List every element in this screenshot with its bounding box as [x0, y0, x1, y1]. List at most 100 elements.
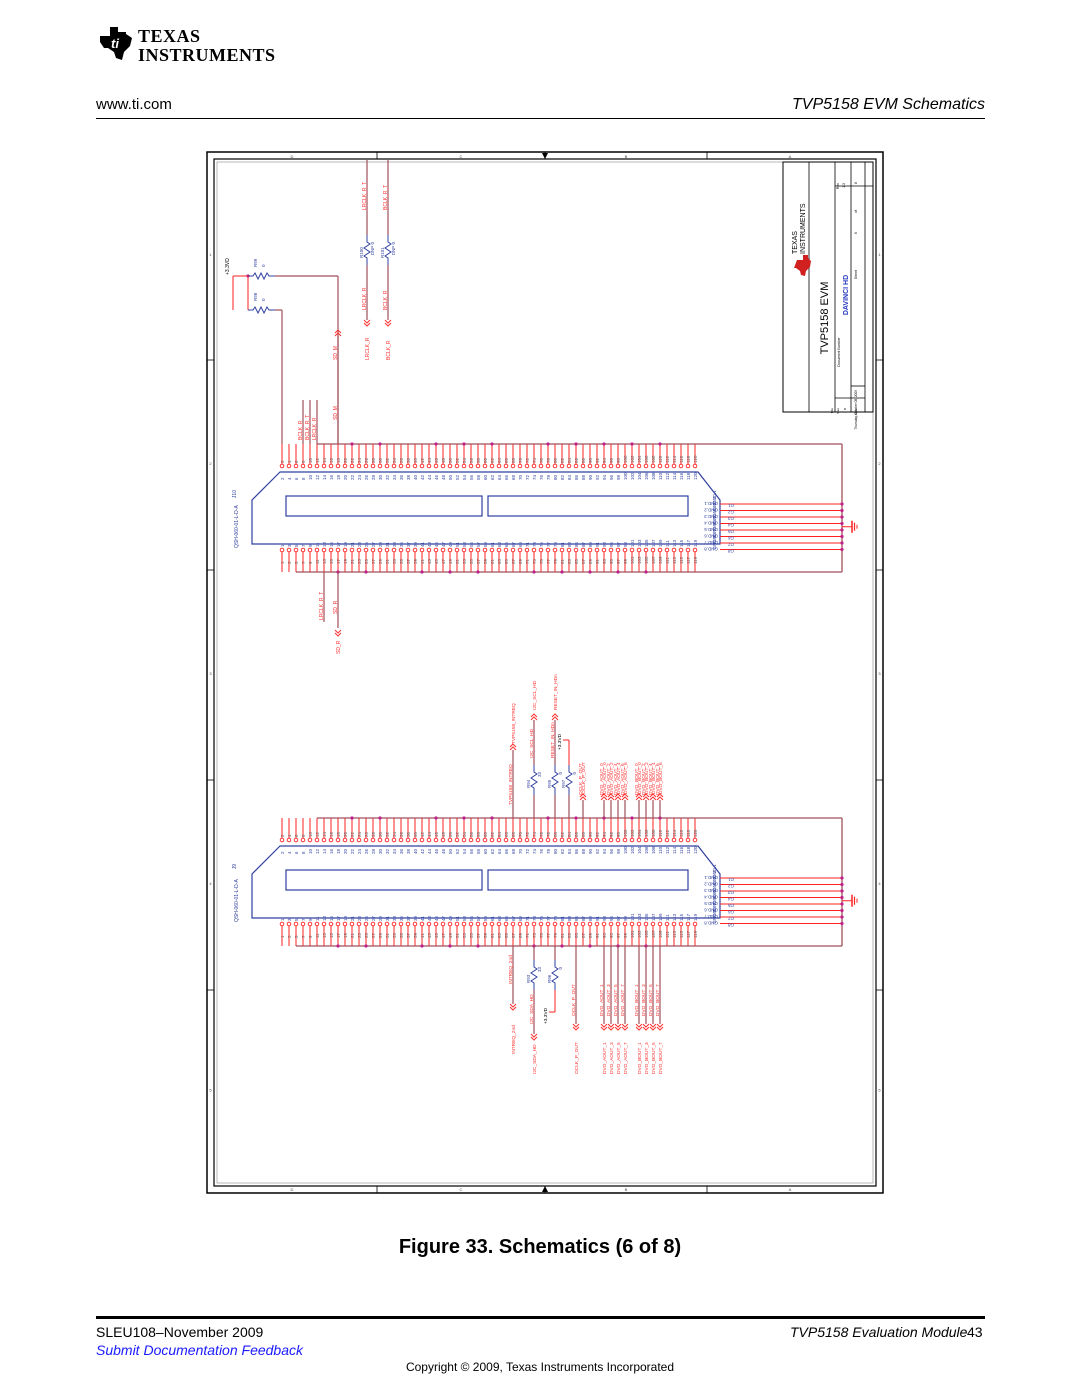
- pin-terminal: [391, 837, 397, 843]
- connector-body-window: [487, 869, 689, 891]
- pin-number-outer: 53: [462, 558, 467, 564]
- pin-terminal: [377, 463, 383, 469]
- pin-number-inner: 30: [378, 474, 383, 480]
- pin-number-outer: 27: [371, 932, 376, 938]
- zone-label-right: 1: [878, 252, 881, 257]
- schematic-frame: DDCCBBAA1 12 23 34 45 5: [206, 151, 884, 1194]
- pin-terminal: [405, 921, 411, 927]
- pin-terminal: [454, 837, 460, 843]
- pin-number-outer: 52: [455, 831, 460, 837]
- pin-terminal: [475, 463, 481, 469]
- junction-dot: [840, 915, 844, 919]
- pin-number-inner: 105: [644, 913, 649, 921]
- sheet-label: Sheet: [854, 270, 858, 279]
- pin-number-inner: 100: [623, 846, 628, 854]
- pin-terminal: [566, 547, 572, 553]
- zone-label-right: 5: [878, 1088, 881, 1093]
- pin-number-outer: 36: [399, 457, 404, 463]
- pin-terminal: [461, 921, 467, 927]
- pin-number-inner: 102: [630, 472, 635, 480]
- submit-feedback-link[interactable]: Submit Documentation Feedback: [96, 1342, 303, 1358]
- resistor-value: 0: [261, 264, 266, 267]
- pin-terminal: [391, 463, 397, 469]
- gnd-pin-id: G1: [727, 503, 734, 508]
- pin-number-inner: 77: [546, 541, 551, 547]
- pin-number-inner: 8: [301, 477, 306, 480]
- pin-number-outer: 119: [693, 930, 698, 938]
- offpage-net-label: DVO_AOUT_1: [602, 1042, 608, 1074]
- pin-number-outer: 116: [679, 829, 684, 837]
- pin-number-inner: 77: [546, 915, 551, 921]
- pin-number-inner: 28: [371, 848, 376, 854]
- pin-number-outer: 32: [385, 831, 390, 837]
- pin-number-inner: 4: [287, 477, 292, 480]
- pin-number-outer: 94: [602, 457, 607, 463]
- pin-number-outer: 105: [644, 556, 649, 564]
- pin-number-inner: 38: [406, 848, 411, 854]
- pin-terminal: [601, 547, 607, 553]
- pin-number-inner: 51: [455, 541, 460, 547]
- pin-terminal: [615, 837, 621, 843]
- pin-terminal: [643, 921, 649, 927]
- resistor-refdes: R101: [380, 247, 385, 258]
- pin-terminal: [503, 547, 509, 553]
- pin-terminal: [622, 547, 628, 553]
- pin-number-outer: 110: [658, 829, 663, 837]
- site-url-link[interactable]: www.ti.com: [96, 96, 172, 113]
- svg-text:ti: ti: [111, 36, 119, 51]
- pin-terminal: [692, 463, 698, 469]
- pin-number-outer: 101: [630, 556, 635, 564]
- pin-terminal: [615, 463, 621, 469]
- pin-number-outer: 70: [518, 457, 523, 463]
- pin-number-outer: 64: [497, 457, 502, 463]
- pin-number-outer: 14: [322, 457, 327, 463]
- pin-number-outer: 98: [616, 831, 621, 837]
- connector-body-window: [487, 495, 689, 517]
- pin-number-inner: 87: [581, 541, 586, 547]
- pin-number-inner: 47: [441, 541, 446, 547]
- gnd-pin-id: G5: [727, 529, 734, 534]
- pin-number-inner: 107: [651, 539, 656, 547]
- pin-number-inner: 100: [623, 472, 628, 480]
- offpage-net-label: OCLK_P_OUT: [574, 1042, 580, 1074]
- power-net-label: +3.3VD: [557, 733, 563, 750]
- pin-number-inner: 10: [308, 474, 313, 480]
- pin-terminal: [405, 837, 411, 843]
- pin-terminal: [657, 921, 663, 927]
- pin-number-inner: 61: [490, 915, 495, 921]
- pin-terminal: [636, 463, 642, 469]
- pin-terminal: [538, 837, 544, 843]
- pin-terminal: [412, 837, 418, 843]
- pin-number-outer: 51: [455, 558, 460, 564]
- resistor-icon: [551, 960, 559, 990]
- pin-number-outer: 24: [357, 457, 362, 463]
- pin-number-outer: 45: [434, 558, 439, 564]
- pin-terminal: [643, 837, 649, 843]
- pin-number-outer: 75: [539, 558, 544, 564]
- pin-number-inner: 112: [665, 472, 670, 480]
- pin-terminal: [454, 547, 460, 553]
- pin-number-inner: 81: [560, 541, 565, 547]
- pin-number-outer: 34: [392, 831, 397, 837]
- pin-terminal: [622, 921, 628, 927]
- pin-number-outer: 43: [427, 558, 432, 564]
- pin-number-outer: 103: [637, 930, 642, 938]
- pin-number-outer: 95: [609, 932, 614, 938]
- inner-border: [213, 158, 877, 1187]
- pin-number-outer: 56: [469, 457, 474, 463]
- pin-number-inner: 21: [350, 541, 355, 547]
- pin-number-inner: 95: [609, 915, 614, 921]
- pin-terminal: [524, 921, 530, 927]
- net-label: BCLK_R: [298, 420, 304, 440]
- center-arrow-top: [542, 153, 548, 159]
- pin-number-outer: 33: [392, 932, 397, 938]
- resistor-icon: [565, 765, 573, 795]
- gnd-pin-id: G4: [727, 897, 734, 902]
- pin-terminal: [335, 547, 341, 553]
- pin-number-outer: 17: [336, 558, 341, 564]
- pin-number-inner: 85: [574, 915, 579, 921]
- pin-terminal: [370, 463, 376, 469]
- pin-number-outer: 99: [623, 558, 628, 564]
- pin-terminal: [321, 837, 327, 843]
- pin-number-inner: 13: [322, 541, 327, 547]
